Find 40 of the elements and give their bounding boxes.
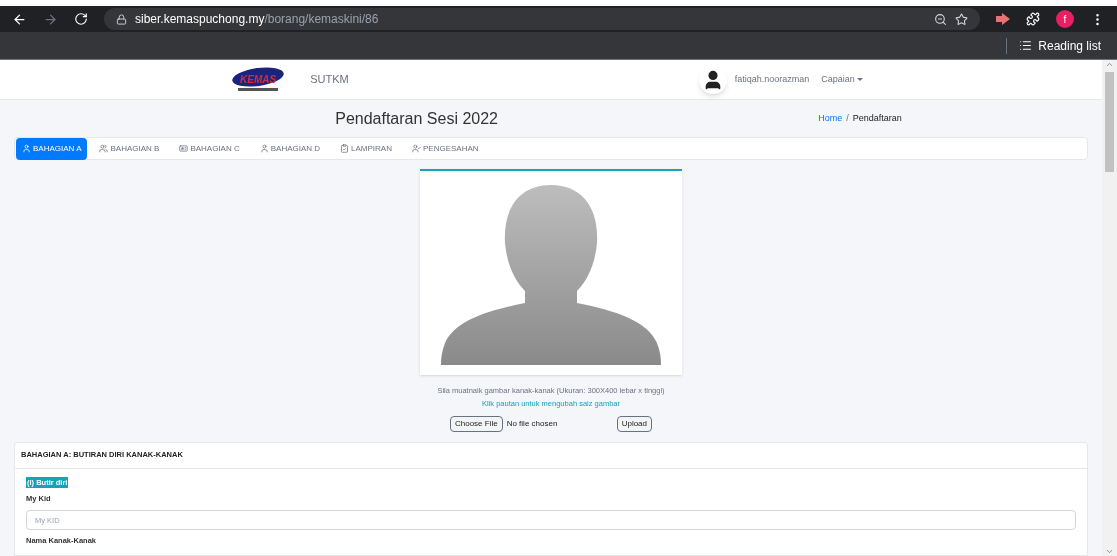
scrollbar-thumb[interactable] [1105, 72, 1114, 172]
section-tab[interactable]: BAHAGIAN C [171, 137, 248, 160]
section-tab[interactable]: PENGESAHAN [403, 137, 487, 160]
extension-icon[interactable] [996, 13, 1010, 25]
list-icon [1019, 39, 1033, 52]
choose-file-button[interactable]: Choose File [449, 415, 503, 432]
user-icon [259, 144, 269, 153]
section-tab[interactable]: BAHAGIAN D [251, 137, 329, 160]
reading-list-button[interactable]: Reading list [1019, 36, 1101, 55]
user-avatar [698, 65, 727, 94]
logo-icon [230, 65, 286, 94]
section-tab[interactable]: LAMPIRAN [332, 137, 400, 160]
lock-icon [116, 13, 127, 25]
zoom-icon[interactable] [934, 12, 947, 26]
user-icon [22, 144, 31, 153]
address-bar[interactable]: siber.kemaspuchong.my/borang/kemaskini/86 [104, 8, 980, 30]
user-check-icon [411, 144, 421, 153]
forward-icon[interactable] [43, 11, 58, 27]
app-name: SUTKM [310, 72, 349, 88]
username: fatiqah.noorazman [734, 72, 810, 86]
capaian-dropdown[interactable]: Capaian [821, 72, 863, 87]
reload-icon[interactable] [74, 12, 88, 26]
page-title: Pendaftaran Sesi 2022 [335, 108, 498, 129]
breadcrumb-link[interactable]: Home [818, 111, 843, 126]
breadcrumb-separator: / [846, 111, 849, 125]
back-icon[interactable] [12, 11, 27, 27]
bookmark-icon[interactable] [955, 12, 968, 26]
clipboard-check-icon [340, 144, 350, 153]
section-tab[interactable]: BAHAGIAN B [91, 137, 168, 160]
scrollbar[interactable] [1102, 60, 1117, 556]
url-text: siber.kemaspuchong.my/borang/kemaskini/86 [135, 11, 379, 28]
file-status: No file chosen [506, 417, 559, 430]
breadcrumb-current: Pendaftaran [852, 111, 902, 125]
brand-text: KEMAS [240, 73, 277, 87]
upload-button[interactable]: Upload [616, 415, 652, 432]
extensions-icon[interactable] [1026, 12, 1040, 26]
id-card-icon [179, 144, 189, 153]
section-tab[interactable]: BAHAGIAN A [16, 137, 88, 160]
users-icon [99, 144, 109, 153]
profile-avatar[interactable]: f [1056, 10, 1074, 28]
